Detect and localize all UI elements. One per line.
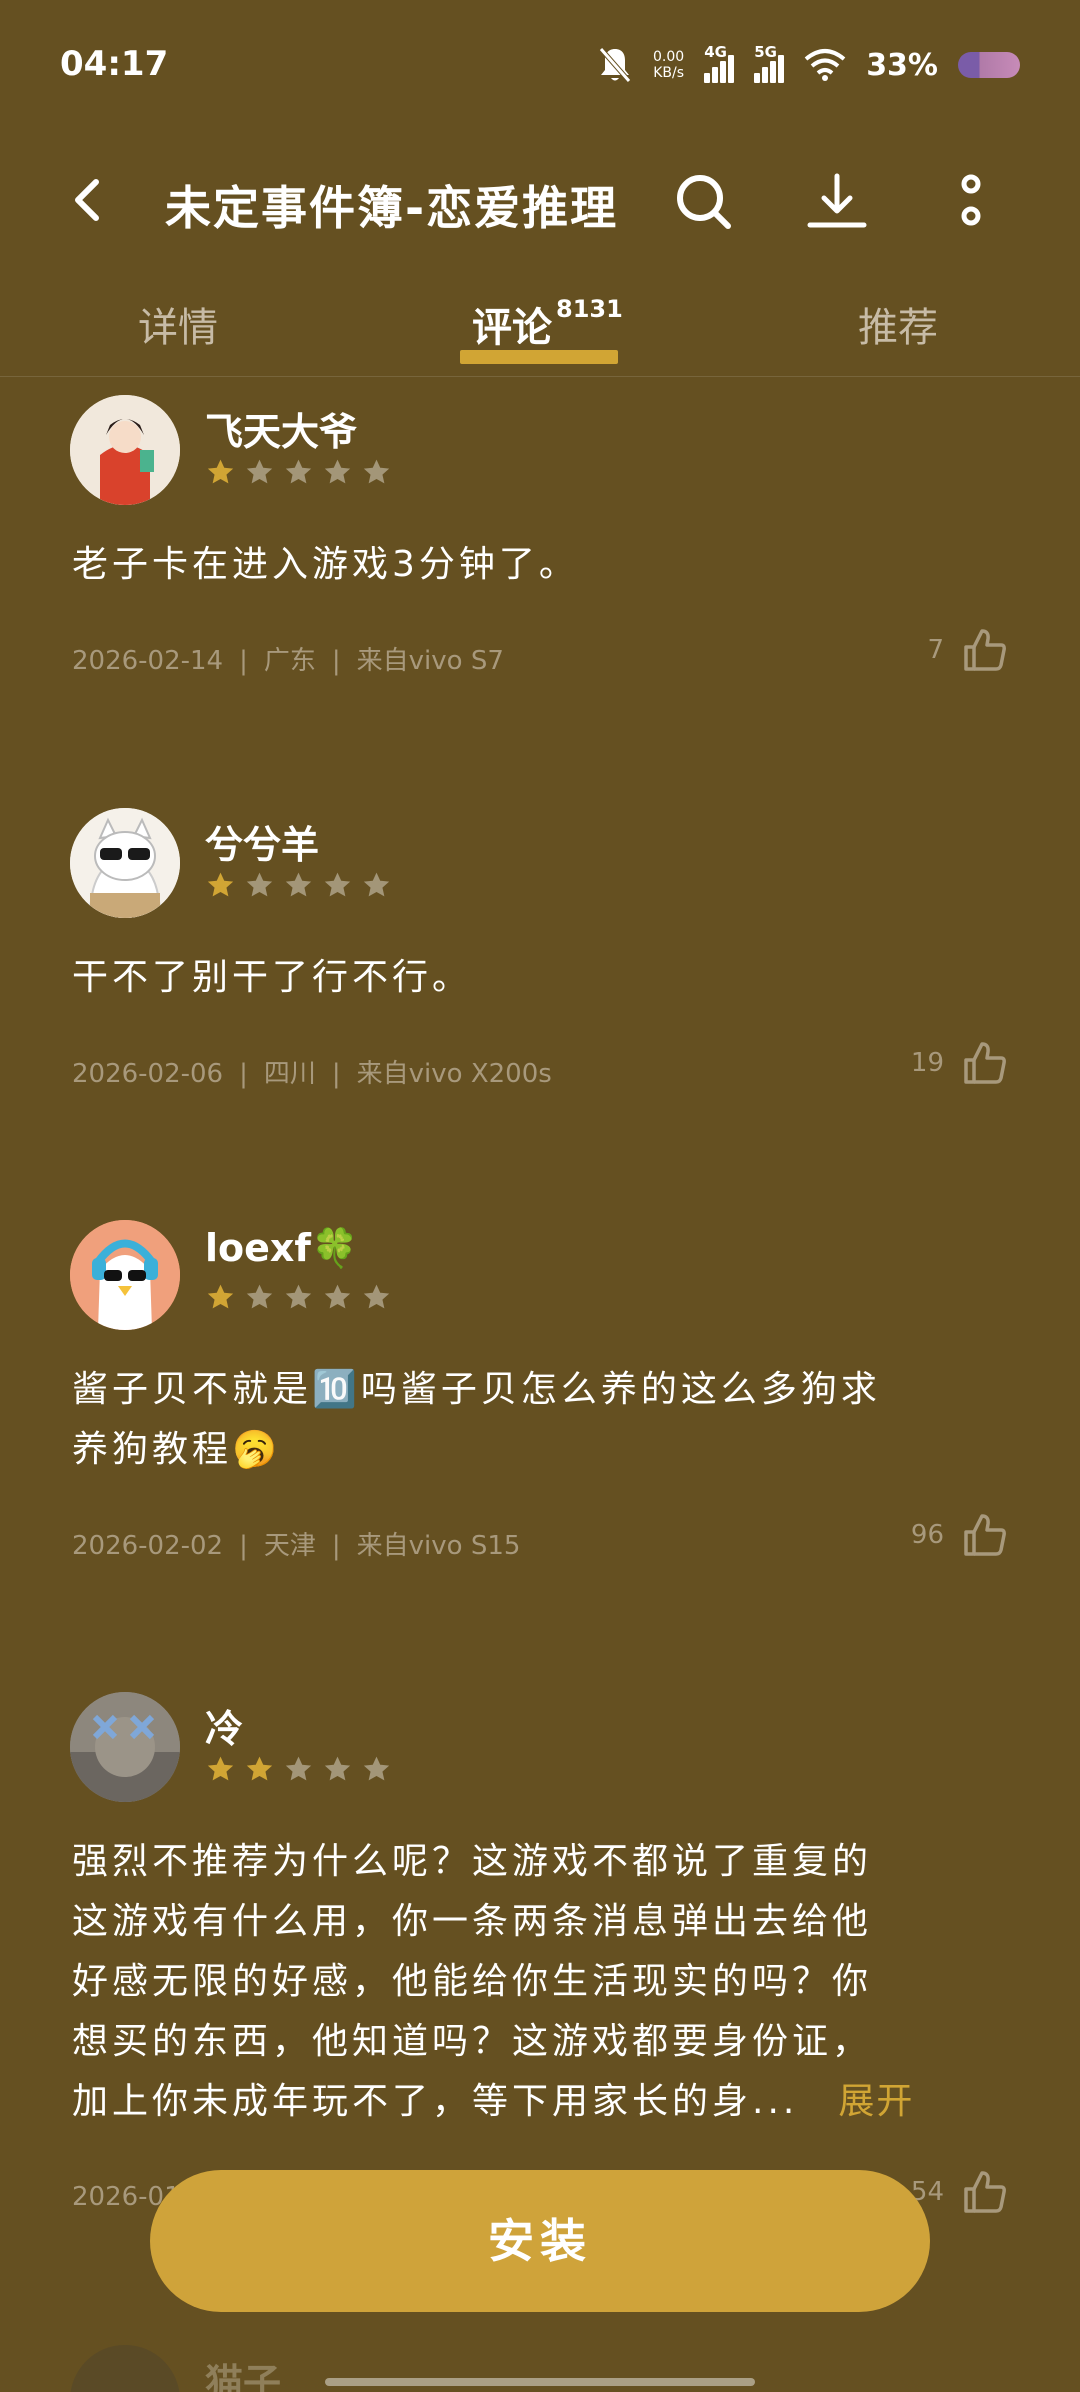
battery-percent: 33% [866,47,938,83]
star-filled-icon [207,1284,234,1309]
page-title: 未定事件簿-恋爱推理 [165,181,619,235]
username: loexf🍀 [205,1226,359,1270]
more-icon[interactable] [940,170,1002,232]
avatar[interactable] [70,1220,180,1330]
review-count: 8131 [556,295,623,323]
comment-text: 酱子贝不就是🔟吗酱子贝怎么养的这么多狗求 养狗教程🥱 [72,1369,881,1470]
tab-details[interactable]: 详情 [138,295,218,353]
status-icons: 0.00 KB/s 4G 5G 33% [597,40,1020,90]
download-icon[interactable] [806,170,868,232]
star-empty-icon [246,459,273,484]
thumbs-up-icon [964,1042,1006,1084]
thumbs-up-icon [964,629,1006,671]
avatar[interactable] [70,808,180,918]
back-icon[interactable] [60,170,120,230]
comment-text: 老子卡在进入游戏3分钟了。 [72,544,579,585]
wifi-icon [804,49,846,81]
username: 飞天大爷 [205,410,358,454]
star-empty-icon [285,872,312,897]
tab-bar: 详情 评论 8131 推荐 [0,285,1080,377]
star-empty-icon [363,459,390,484]
status-bar: 04:17 0.00 KB/s 4G 5G 33% [0,0,1080,130]
username: 兮兮羊 [205,823,320,867]
tab-indicator [460,350,618,364]
star-empty-icon [285,1284,312,1309]
app-bar: 未定事件簿-恋爱推理 [0,150,1080,250]
like-button[interactable]: 96 [911,1512,1008,1558]
star-filled-icon [207,459,234,484]
comment-text: 干不了别干了行不行。 [72,957,473,998]
like-count: 7 [927,635,944,665]
tab-reviews[interactable]: 评论 8131 [472,295,623,353]
avatar-image [70,808,180,918]
username: 猫子 [205,2361,282,2392]
thumbs-up-icon [964,1514,1006,1556]
comment-meta: 2026-02-14 | 广东 | 来自vivo S7 [72,646,504,676]
star-empty-icon [324,1284,351,1309]
tab-recommend[interactable]: 推荐 [858,295,938,353]
star-empty-icon [363,1284,390,1309]
star-filled-icon [246,1756,273,1781]
rating-stars [205,1754,392,1785]
home-indicator[interactable] [325,2378,755,2386]
avatar[interactable] [70,395,180,505]
like-count: 19 [910,1048,944,1078]
star-empty-icon [324,872,351,897]
like-count: 96 [910,1520,944,1550]
expand-link[interactable]: 展开 [838,2081,914,2122]
net-speed: 0.00 KB/s [653,49,685,81]
like-button[interactable]: 54 [911,2169,1008,2215]
avatar[interactable] [70,1692,180,1802]
battery-icon [958,52,1020,78]
avatar-image [70,1692,180,1802]
thumbs-up-icon [964,2171,1006,2213]
star-empty-icon [324,459,351,484]
star-empty-icon [246,1284,273,1309]
rating-stars [205,870,392,901]
status-time: 04:17 [60,44,169,84]
mute-icon [599,47,631,83]
star-empty-icon [324,1756,351,1781]
username: 冷 [205,1707,244,1751]
comment-meta: 2026-02-06 | 四川 | 来自vivo X200s [72,1059,552,1089]
star-empty-icon [363,1756,390,1781]
rating-stars [205,1282,392,1313]
comment-meta: 2026-02-02 | 天津 | 来自vivo S15 [72,1531,521,1561]
star-filled-icon [207,872,234,897]
comment-text: 强烈不推荐为什么呢？这游戏不都说了重复的 这游戏有什么用，你一条两条消息弹出去给… [72,1841,915,2122]
signal-4g-icon: 4G [704,43,735,83]
signal-5g-icon: 5G [754,43,785,83]
star-empty-icon [246,872,273,897]
like-button[interactable]: 19 [911,1040,1008,1086]
star-empty-icon [363,872,390,897]
star-filled-icon [207,1756,234,1781]
avatar-image [70,395,180,505]
rating-stars [205,457,392,488]
like-button[interactable]: 7 [927,627,1008,673]
avatar[interactable] [70,2345,180,2392]
star-empty-icon [285,1756,312,1781]
search-icon[interactable] [672,170,734,232]
star-empty-icon [285,459,312,484]
install-button[interactable]: 安装 [150,2170,930,2312]
avatar-image [70,1220,180,1330]
